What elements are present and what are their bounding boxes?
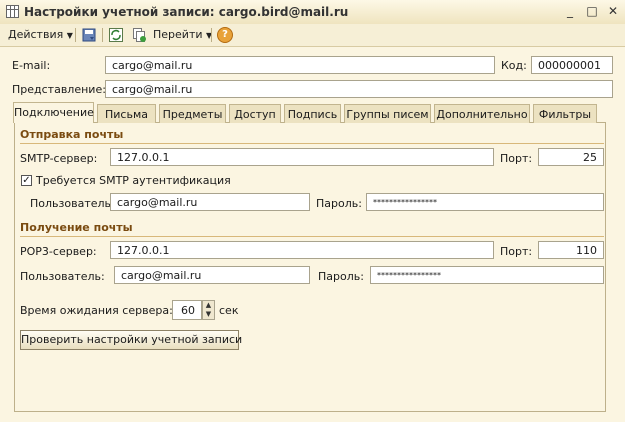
tab-signature[interactable]: Подпись [284,104,341,123]
window-title: Настройки учетной записи: cargo.bird@mai… [24,5,349,19]
smtp-user-label: Пользователь: [30,197,115,210]
timeout-field[interactable]: 60 [172,300,202,320]
section-divider [20,143,604,144]
tab-connection[interactable]: Подключение [13,102,94,123]
toolbar-divider [75,28,76,42]
close-button[interactable]: ✕ [605,3,621,19]
pop3-user-label: Пользователь: [20,270,105,283]
copy-icon[interactable] [131,27,147,43]
section-divider [20,236,604,237]
save-icon[interactable] [81,27,97,43]
presentation-label: Представление: [12,83,106,96]
chevron-down-icon: ▼ [66,31,73,40]
tab-access[interactable]: Доступ [229,104,281,123]
pop3-server-field[interactable]: 127.0.0.1 [110,241,494,259]
help-icon[interactable]: ? [217,27,233,43]
code-label: Код: [501,59,527,72]
smtp-port-field[interactable]: 25 [538,148,604,166]
smtp-user-field[interactable]: cargo@mail.ru [110,193,310,211]
pop3-port-label: Порт: [500,245,533,258]
pop3-password-label: Пароль: [318,270,364,283]
minimize-button[interactable]: _ [562,3,578,19]
toolbar-divider [102,28,103,42]
maximize-button[interactable]: □ [584,3,600,19]
actions-label: Действия [8,28,64,41]
email-field[interactable]: cargo@mail.ru [105,56,495,74]
timeout-stepper[interactable]: ▲ ▼ [202,300,215,320]
outgoing-section-title: Отправка почты [20,128,124,141]
smtp-auth-checkbox[interactable]: ✓ [21,175,32,186]
smtp-password-field[interactable]: **************** [366,193,604,211]
pop3-password-field[interactable]: **************** [370,266,604,284]
smtp-password-label: Пароль: [316,197,362,210]
smtp-auth-label: Требуется SMTP аутентификация [36,174,231,187]
tab-letters[interactable]: Письма [97,104,156,123]
code-field[interactable]: 000000001 [531,56,613,74]
actions-menu-button[interactable]: Действия ▼ [8,27,73,43]
toolbar-divider [211,28,212,42]
go-label: Перейти [153,28,203,41]
pop3-server-label: POP3-сервер: [20,245,97,258]
timeout-unit: сек [219,304,239,317]
tab-mail-groups[interactable]: Группы писем [344,104,431,123]
tab-subjects[interactable]: Предметы [159,104,226,123]
refresh-icon[interactable] [108,27,124,43]
tab-filters[interactable]: Фильтры [533,104,597,123]
chevron-down-icon[interactable]: ▼ [203,310,214,319]
smtp-port-label: Порт: [500,152,533,165]
presentation-field[interactable]: cargo@mail.ru [105,80,613,98]
check-settings-button[interactable]: Проверить настройки учетной записи [20,330,242,350]
smtp-server-field[interactable]: 127.0.0.1 [110,148,494,166]
pop3-user-field[interactable]: cargo@mail.ru [114,266,310,284]
tab-additional[interactable]: Дополнительно [434,104,530,123]
go-menu-button[interactable]: Перейти ▼ [153,27,212,43]
smtp-server-label: SMTP-сервер: [20,152,98,165]
timeout-label: Время ожидания сервера: [20,304,173,317]
incoming-section-title: Получение почты [20,221,133,234]
chevron-up-icon[interactable]: ▲ [203,301,214,310]
email-label: E-mail: [12,59,51,72]
window-grid-icon [6,5,19,18]
pop3-port-field[interactable]: 110 [538,241,604,259]
checkmark-icon: ✓ [22,175,31,186]
